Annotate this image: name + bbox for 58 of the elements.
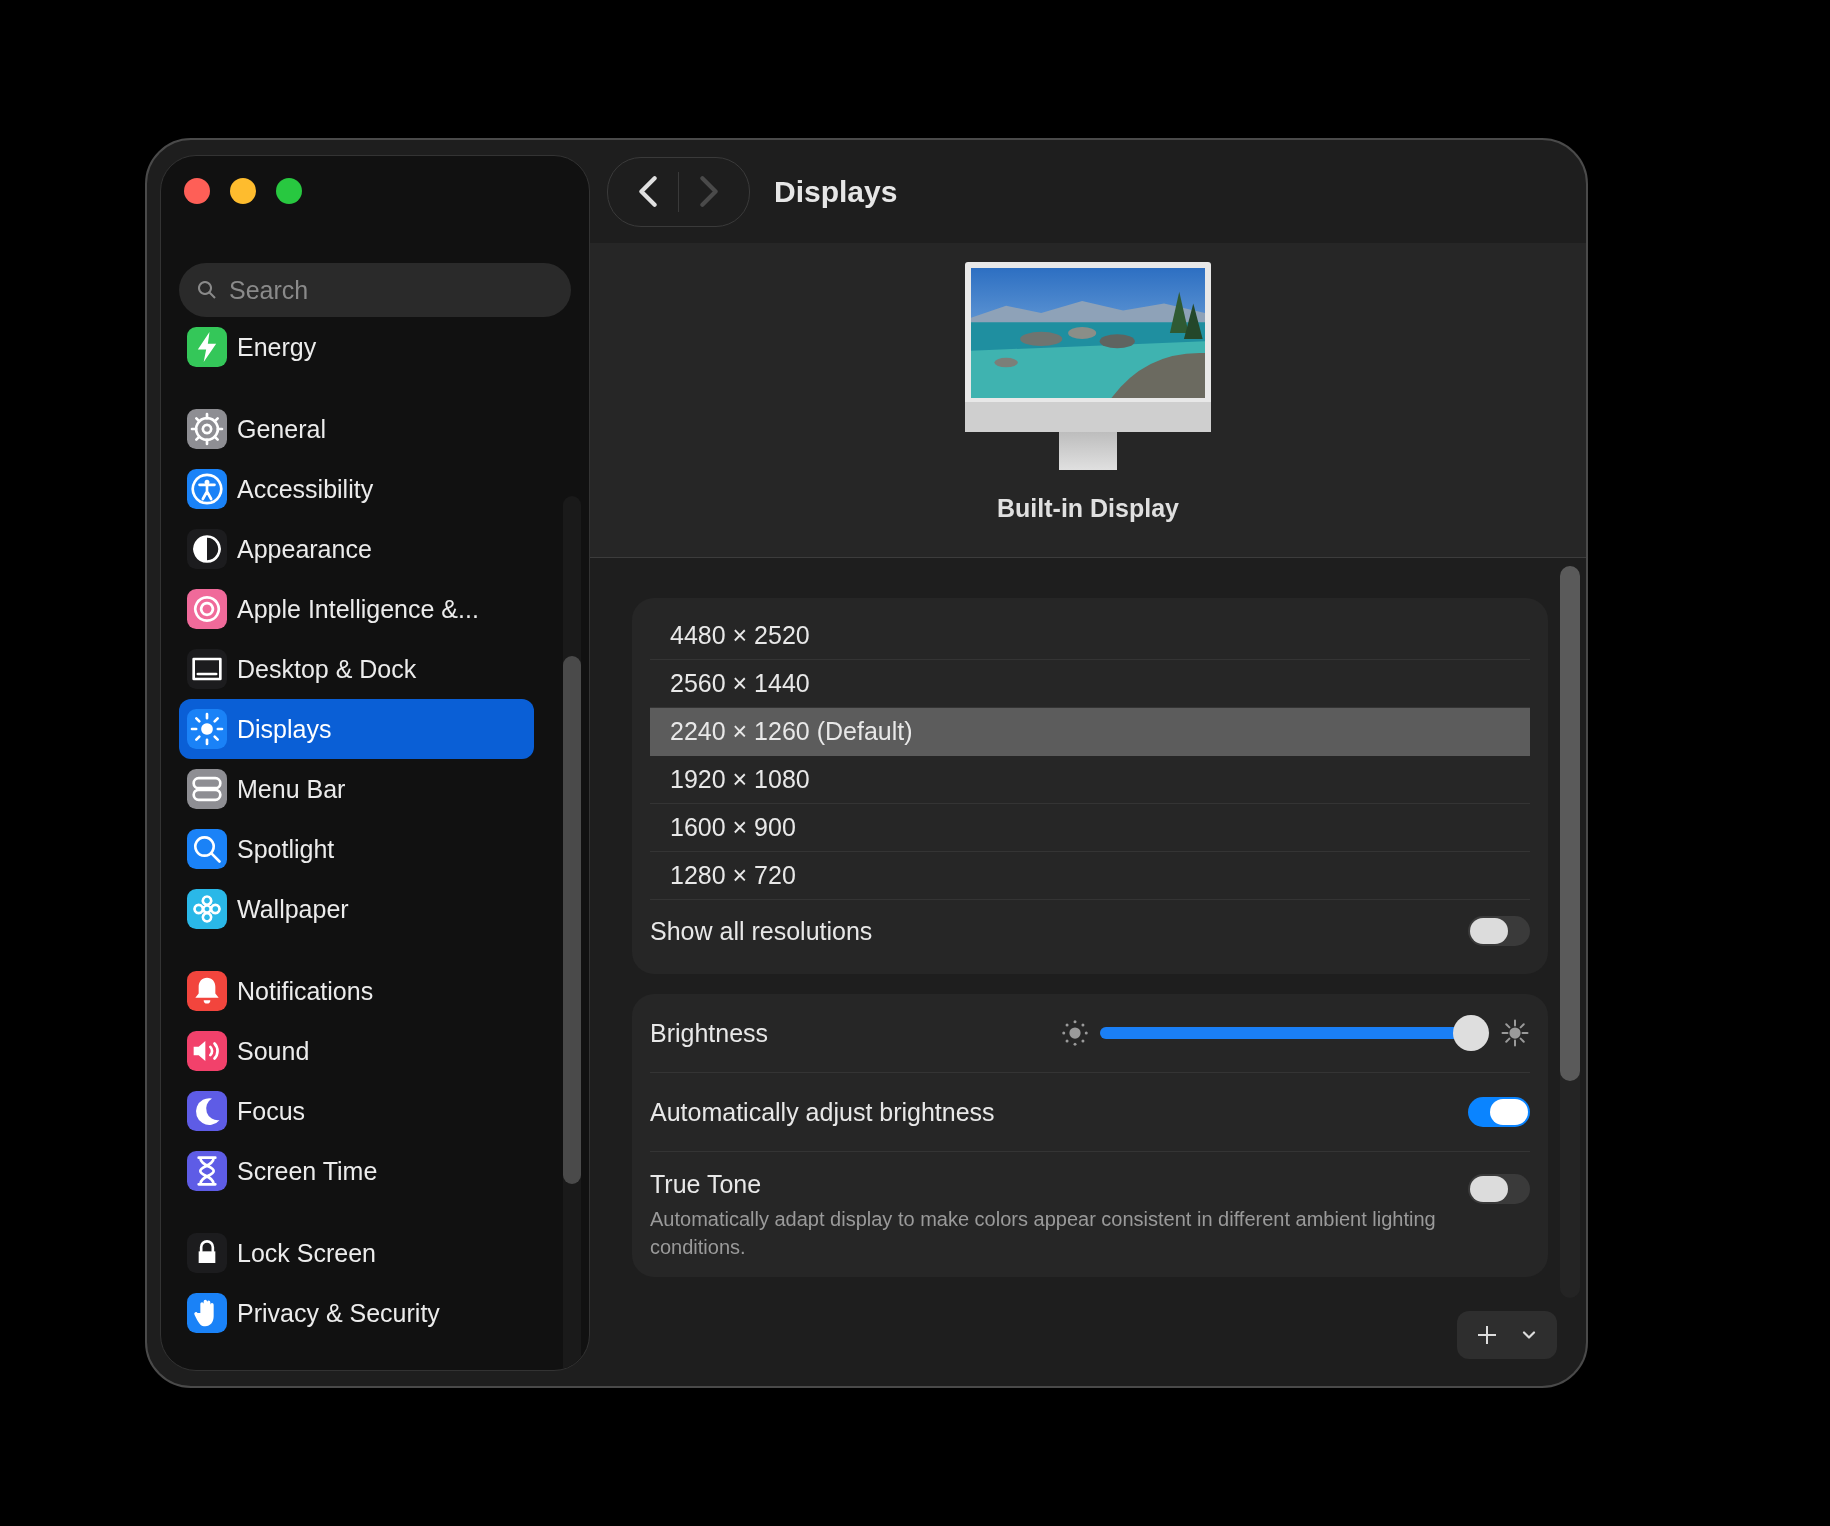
sidebar-item[interactable]: Wallpaper [179, 879, 534, 939]
window-title: Displays [774, 174, 898, 209]
plus-icon [1475, 1323, 1499, 1347]
toggle-switch[interactable] [1468, 916, 1530, 946]
sidebar-item[interactable]: Privacy & Security [179, 1283, 534, 1343]
toggle-switch[interactable] [1468, 1097, 1530, 1127]
sidebar-item[interactable]: Accessibility [179, 459, 534, 519]
sidebar-item[interactable]: Displays [179, 699, 534, 759]
flower-icon [187, 889, 227, 929]
toggle-switch[interactable] [1468, 1174, 1530, 1204]
window-control-button[interactable] [276, 178, 302, 204]
resolution-option[interactable]: 1280 × 720 [650, 852, 1530, 900]
sidebar-item[interactable]: Spotlight [179, 819, 534, 879]
sidebar-item[interactable]: Appearance [179, 519, 534, 579]
speaker-icon [187, 1031, 227, 1071]
sidebar-item[interactable]: Sound [179, 1021, 534, 1081]
search-field[interactable]: Search [179, 263, 571, 317]
monitor-stand [1059, 432, 1117, 470]
brightness-slider[interactable] [1100, 1015, 1490, 1051]
dim-sun-icon [1060, 1018, 1090, 1048]
search-icon [187, 829, 227, 869]
resolution-option[interactable]: 1920 × 1080 [650, 756, 1530, 804]
sidebar-item[interactable]: Menu Bar [179, 759, 534, 819]
sidebar-item[interactable]: Lock Screen [179, 1223, 534, 1283]
setting-label: True Tone [650, 1170, 763, 1199]
window-control-button[interactable] [184, 178, 210, 204]
resolution-option[interactable]: 1600 × 900 [650, 804, 1530, 852]
sidebar-item[interactable]: Notifications [179, 961, 534, 1021]
hand-icon [187, 1293, 227, 1333]
setting-label: Automatically adjust brightness [650, 1097, 995, 1127]
ring-icon [187, 589, 227, 629]
sidebar-item[interactable]: General [179, 399, 534, 459]
bell-icon [187, 971, 227, 1011]
sidebar-item[interactable]: Screen Time [179, 1141, 534, 1201]
moon-icon [187, 1091, 227, 1131]
window-control-button[interactable] [230, 178, 256, 204]
scrollbar[interactable] [1560, 566, 1580, 1298]
resolution-option[interactable]: 2240 × 1260 (Default) [650, 708, 1530, 756]
slider-thumb[interactable] [1452, 1015, 1489, 1051]
hourglass-icon [187, 1151, 227, 1191]
sidebar-item[interactable]: Desktop & Dock [179, 639, 534, 699]
sidebar-item[interactable]: Energy [179, 317, 534, 377]
scrollbar[interactable] [563, 496, 581, 1370]
bright-sun-icon [1500, 1018, 1530, 1048]
display-name: Built-in Display [997, 494, 1179, 523]
setting-label: Brightness [650, 1018, 769, 1048]
resolution-option[interactable]: 4480 × 2520 [650, 612, 1530, 660]
bolt-icon [187, 327, 227, 367]
gear-icon [187, 409, 227, 449]
sidebar-item[interactable]: Apple Intelligence &... [179, 579, 534, 639]
dock-icon [187, 649, 227, 689]
sidebar-item[interactable]: Focus [179, 1081, 534, 1141]
sun-icon [187, 709, 227, 749]
setting-description: Automatically adapt display to make colors appear consistent in different ambient lighting conditions. [650, 1207, 1437, 1260]
toggles-icon [187, 769, 227, 809]
lock-icon [187, 1233, 227, 1273]
accessibility-icon [187, 469, 227, 509]
setting-label: Show all resolutions [650, 916, 873, 946]
